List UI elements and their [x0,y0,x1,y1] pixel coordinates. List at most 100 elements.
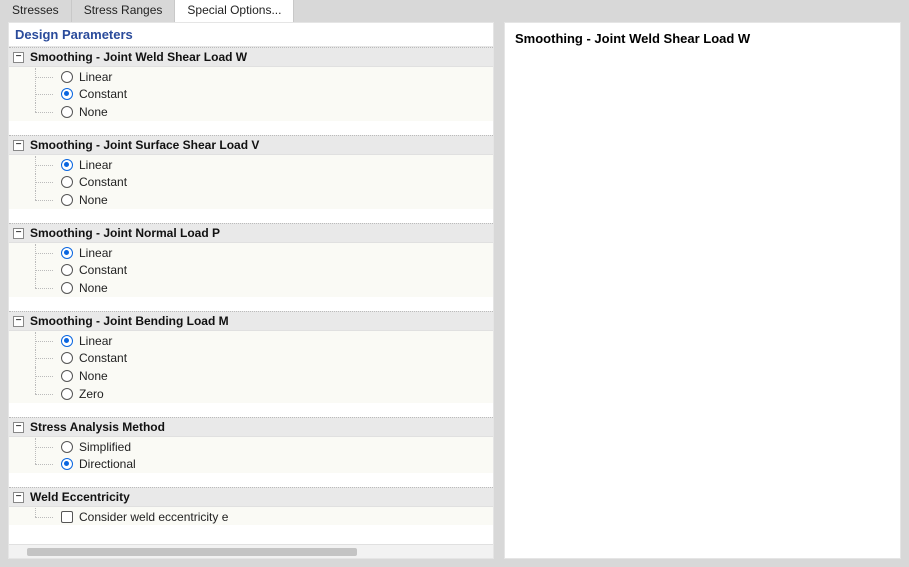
option-radio[interactable] [61,352,73,364]
option-radio[interactable] [61,71,73,83]
group-header[interactable]: −Weld Eccentricity [9,487,493,507]
tree-connector-icon [29,173,55,191]
tab-stresses[interactable]: Stresses [0,0,72,22]
option-label: Constant [79,175,127,189]
detail-panel: Smoothing - Joint Weld Shear Load W [504,22,901,559]
group-title: Weld Eccentricity [30,490,130,504]
collapse-toggle-icon[interactable]: − [13,492,24,503]
option-radio[interactable] [61,247,73,259]
spacer [9,403,493,417]
option-row[interactable]: Constant [9,173,493,191]
tab-stress-ranges[interactable]: Stress Ranges [72,0,176,22]
group-header[interactable]: −Smoothing - Joint Surface Shear Load V [9,135,493,155]
collapse-toggle-icon[interactable]: − [13,422,24,433]
tree-connector-icon [29,244,55,262]
tree-connector-icon [29,103,55,121]
main-area: Design Parameters −Smoothing - Joint Wel… [0,22,909,567]
option-label: None [79,369,108,383]
group-header[interactable]: −Stress Analysis Method [9,417,493,437]
spacer [9,297,493,311]
option-label: Constant [79,351,127,365]
spacer [9,121,493,135]
group-options: Linear Constant None [9,155,493,209]
option-radio[interactable] [61,441,73,453]
option-row[interactable]: Consider weld eccentricity e [9,507,493,525]
tree-connector-icon [29,438,55,456]
option-label: Constant [79,263,127,277]
tree-connector-icon [29,85,55,103]
group-options: Linear Constant None [9,67,493,121]
option-row[interactable]: None [9,279,493,297]
option-row[interactable]: Zero [9,385,493,403]
spacer [9,525,493,539]
option-radio[interactable] [61,388,73,400]
option-label: None [79,281,108,295]
group-header[interactable]: −Smoothing - Joint Bending Load M [9,311,493,331]
collapse-toggle-icon[interactable]: − [13,316,24,327]
option-label: Constant [79,87,127,101]
tree-connector-icon [29,332,55,350]
option-radio[interactable] [61,282,73,294]
tab-bar: Stresses Stress Ranges Special Options..… [0,0,909,22]
group-title: Stress Analysis Method [30,420,165,434]
group-title: Smoothing - Joint Normal Load P [30,226,220,240]
option-radio[interactable] [61,106,73,118]
tree-connector-icon [29,279,55,297]
option-radio[interactable] [61,264,73,276]
option-row[interactable]: None [9,103,493,121]
tree-connector-icon [29,385,55,403]
option-row[interactable]: None [9,367,493,385]
option-label: None [79,193,108,207]
tree-connector-icon [29,68,55,86]
option-label: Linear [79,70,112,84]
param-group: −Smoothing - Joint Bending Load M Linear C… [9,311,493,417]
option-label: Linear [79,334,112,348]
spacer [9,209,493,223]
param-group: −Smoothing - Joint Normal Load PLinearCo… [9,223,493,311]
option-row[interactable]: Constant [9,349,493,367]
group-options: Linear Constant None [9,243,493,297]
option-row[interactable]: Constant [9,85,493,103]
group-options: Linear Constant None Zero [9,331,493,403]
option-label: Linear [79,158,112,172]
option-row[interactable]: Linear [9,155,493,173]
collapse-toggle-icon[interactable]: − [13,52,24,63]
option-row[interactable]: Directional [9,455,493,473]
option-row[interactable]: Linear [9,331,493,349]
scroll-thumb[interactable] [27,548,357,556]
group-header[interactable]: −Smoothing - Joint Weld Shear Load W [9,47,493,67]
option-row[interactable]: Linear [9,67,493,85]
option-label: Simplified [79,440,131,454]
spacer [9,473,493,487]
option-row[interactable]: None [9,191,493,209]
group-title: Smoothing - Joint Weld Shear Load W [30,50,247,64]
tab-special-options[interactable]: Special Options... [175,0,294,22]
tree-connector-icon [29,508,55,526]
option-radio[interactable] [61,159,73,171]
group-header[interactable]: −Smoothing - Joint Normal Load P [9,223,493,243]
option-row[interactable]: Simplified [9,437,493,455]
tree-connector-icon [29,191,55,209]
param-group: −Weld EccentricityConsider weld eccentri… [9,487,493,539]
tree-connector-icon [29,156,55,174]
option-label: Zero [79,387,104,401]
option-radio[interactable] [61,458,73,470]
option-row[interactable]: Constant [9,261,493,279]
group-title: Smoothing - Joint Bending Load M [30,314,229,328]
group-title: Smoothing - Joint Surface Shear Load V [30,138,259,152]
option-radio[interactable] [61,370,73,382]
option-radio[interactable] [61,194,73,206]
option-radio[interactable] [61,335,73,347]
detail-title: Smoothing - Joint Weld Shear Load W [515,31,890,46]
option-checkbox[interactable] [61,511,73,523]
tree-connector-icon [29,455,55,473]
option-label: None [79,105,108,119]
tree-connector-icon [29,367,55,385]
option-radio[interactable] [61,88,73,100]
group-options: SimplifiedDirectional [9,437,493,473]
option-radio[interactable] [61,176,73,188]
collapse-toggle-icon[interactable]: − [13,140,24,151]
option-row[interactable]: Linear [9,243,493,261]
horizontal-scrollbar[interactable] [9,544,493,558]
collapse-toggle-icon[interactable]: − [13,228,24,239]
